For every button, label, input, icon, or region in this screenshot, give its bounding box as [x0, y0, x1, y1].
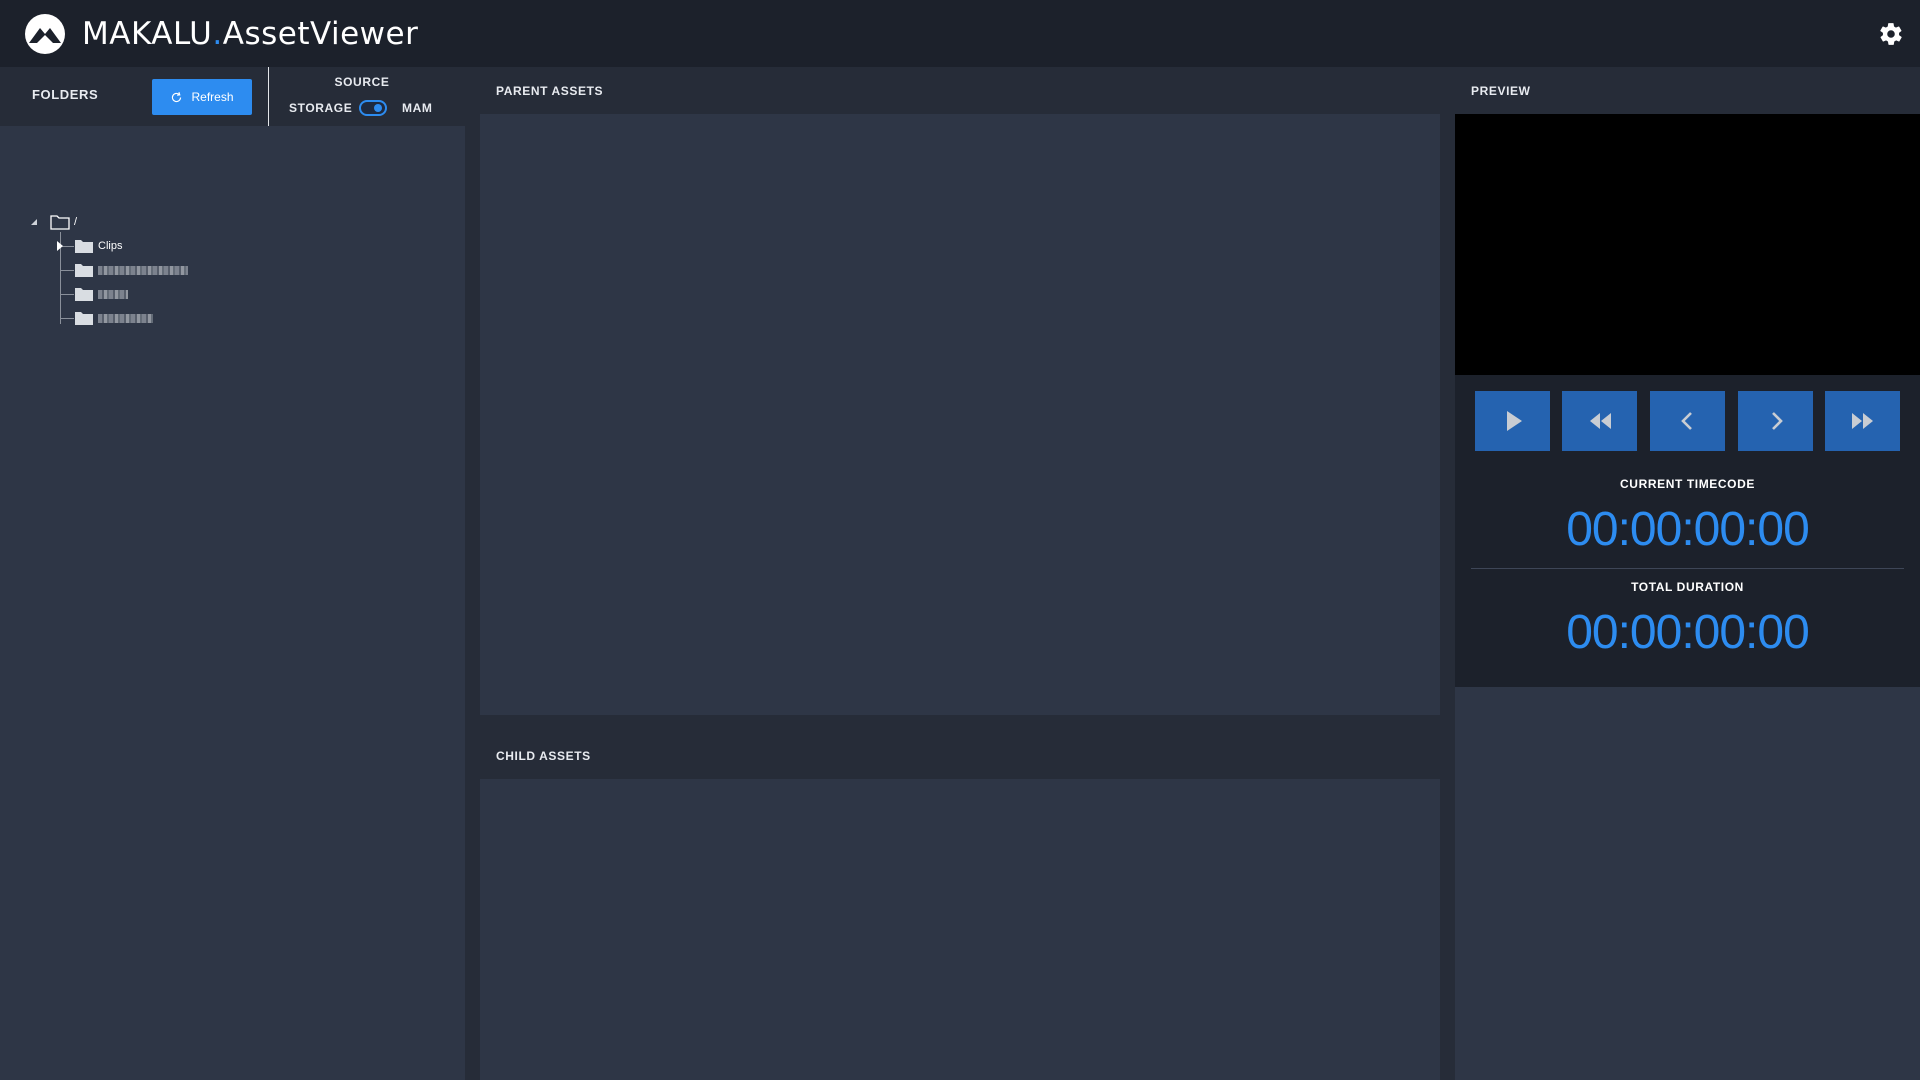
folder-icon — [75, 288, 93, 301]
folders-title: FOLDERS — [32, 87, 99, 102]
brand-main: MAKALU — [82, 16, 213, 52]
play-icon — [1506, 411, 1522, 431]
tree-node-folder[interactable] — [74, 308, 153, 328]
chevron-right-icon — [1771, 412, 1783, 430]
source-title: SOURCE — [334, 75, 390, 89]
tree-node-root[interactable]: / — [28, 212, 77, 232]
caret-down-icon[interactable] — [28, 216, 40, 228]
parent-assets-title: PARENT ASSETS — [496, 84, 604, 98]
tree-connector — [60, 318, 74, 319]
rewind-icon — [1589, 413, 1611, 429]
refresh-icon — [172, 91, 182, 102]
brand-sub: AssetViewer — [222, 16, 419, 52]
folder-open-icon — [50, 215, 70, 230]
step-back-button[interactable] — [1650, 391, 1725, 451]
rewind-button[interactable] — [1562, 391, 1637, 451]
preview-container: PREVIEW CURRENT TIMECODE 00:00:00:00 TOT… — [1455, 67, 1920, 687]
total-duration-value: 00:00:00:00 — [1566, 606, 1810, 659]
total-duration-label: TOTAL DURATION — [1631, 580, 1744, 594]
child-assets-title: CHILD ASSETS — [496, 749, 591, 763]
folder-icon — [75, 312, 93, 325]
fast-forward-button[interactable] — [1825, 391, 1900, 451]
toggle-knob — [374, 104, 382, 112]
video-player[interactable] — [1455, 114, 1920, 375]
folder-icon — [75, 264, 93, 277]
tree-node-label-redacted — [98, 313, 153, 323]
play-button[interactable] — [1475, 391, 1550, 451]
tree-node-label-redacted — [98, 289, 128, 299]
tree-node-label: / — [74, 216, 78, 228]
parent-assets-panel: PARENT ASSETS — [480, 67, 1440, 715]
step-forward-button[interactable] — [1738, 391, 1813, 451]
panel-splitter-right[interactable] — [1440, 67, 1455, 1080]
source-option-storage[interactable]: STORAGE — [289, 101, 352, 115]
panel-splitter-horizontal[interactable] — [480, 715, 1440, 732]
chevron-left-icon — [1680, 412, 1692, 430]
tree-connector — [60, 270, 74, 271]
folder-icon — [75, 240, 93, 253]
source-toggle[interactable] — [359, 100, 387, 116]
child-assets-panel: CHILD ASSETS — [480, 732, 1440, 1080]
current-timecode-value: 00:00:00:00 — [1566, 503, 1810, 556]
current-timecode-label: CURRENT TIMECODE — [1620, 477, 1755, 491]
mountain-logo-icon — [25, 14, 65, 54]
parent-assets-header: PARENT ASSETS — [480, 67, 1440, 114]
preview-panel: PREVIEW CURRENT TIMECODE 00:00:00:00 TOT… — [1455, 67, 1920, 1080]
child-assets-header: CHILD ASSETS — [480, 732, 1440, 779]
source-option-mam[interactable]: MAM — [402, 101, 432, 115]
preview-title: PREVIEW — [1471, 84, 1531, 98]
gear-icon[interactable] — [1878, 21, 1904, 47]
caret-right-icon[interactable] — [54, 240, 66, 252]
tree-node-folder[interactable] — [74, 260, 188, 280]
brand-dot: . — [212, 16, 223, 52]
app-title: MAKALU.AssetViewer — [82, 14, 418, 54]
refresh-button[interactable]: Refresh — [152, 79, 252, 115]
folders-header: FOLDERS Refresh SOURCE STORAGE MAM — [0, 67, 465, 126]
top-bar: MAKALU.AssetViewer — [0, 0, 1920, 67]
refresh-label: Refresh — [191, 90, 234, 104]
tree-node-label-redacted — [98, 265, 188, 275]
preview-header: PREVIEW — [1455, 67, 1920, 114]
tree-node-label: Clips — [98, 240, 123, 252]
panel-splitter-left[interactable] — [465, 67, 480, 1080]
timecode-divider — [1471, 568, 1904, 569]
tree-connector — [60, 294, 74, 295]
tree-node-clips[interactable]: Clips — [54, 236, 122, 256]
tree-node-folder[interactable] — [74, 284, 128, 304]
fast-forward-icon — [1851, 413, 1873, 429]
folders-panel: FOLDERS Refresh SOURCE STORAGE MAM / Cli… — [0, 67, 465, 1080]
